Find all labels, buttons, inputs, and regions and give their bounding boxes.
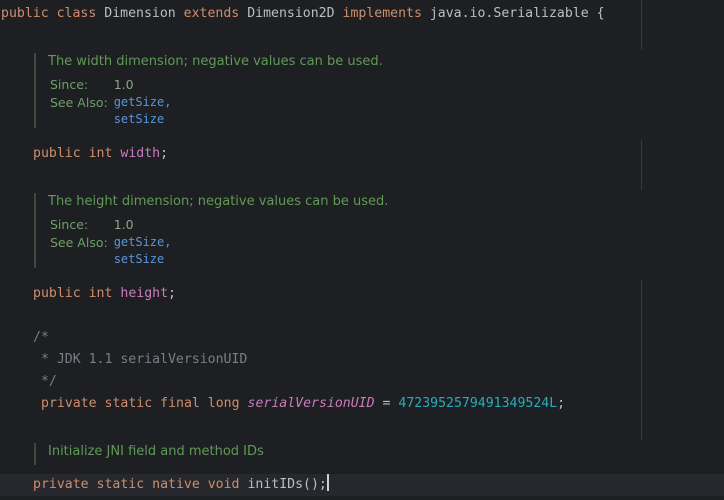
keyword-int: int	[88, 286, 113, 301]
method-name-initids: initIDs	[247, 477, 304, 492]
interface-name: java.io.Serializable	[429, 6, 589, 21]
semicolon: ;	[168, 286, 176, 301]
javadoc-height: The height dimension; negative values ca…	[34, 193, 388, 268]
equals-sign: =	[374, 396, 399, 411]
width-field-line[interactable]: public int width;	[33, 143, 168, 165]
keyword-public: public	[33, 146, 81, 161]
height-field-line[interactable]: public int height;	[33, 283, 176, 305]
keyword-int: int	[88, 146, 113, 161]
right-margin-guide	[641, 140, 642, 190]
javadoc-width: The width dimension; negative values can…	[34, 53, 383, 128]
field-serialversionuid: serialVersionUID	[247, 396, 375, 411]
semicolon: ;	[160, 146, 169, 161]
field-width: width	[120, 146, 161, 161]
class-name: Dimension	[104, 6, 176, 21]
keyword-extends: extends	[183, 6, 240, 21]
see-also-label: See Also:	[50, 235, 108, 250]
class-declaration-line[interactable]: public class Dimension extends Dimension…	[1, 3, 605, 25]
right-margin-guide	[641, 280, 642, 440]
comment-close: */	[33, 374, 57, 389]
keyword-public: public	[1, 6, 49, 21]
javadoc-description: The height dimension; negative values ca…	[48, 194, 389, 209]
since-label: Since:	[50, 217, 89, 232]
keyword-implements: implements	[342, 6, 422, 21]
since-value: 1.0	[113, 77, 134, 92]
keyword-private: private	[41, 396, 97, 411]
link-getsize[interactable]: getSize,	[114, 234, 172, 251]
link-getsize[interactable]: getSize,	[114, 94, 172, 111]
initids-method-line[interactable]: private static native void initIDs();	[33, 474, 329, 496]
keyword-static: static	[96, 477, 145, 492]
link-setsize[interactable]: setSize	[114, 251, 172, 268]
since-label: Since:	[50, 77, 89, 92]
see-also-label: See Also:	[50, 95, 108, 110]
comment-open: /*	[33, 330, 49, 345]
text-caret	[326, 474, 329, 491]
keyword-final: final	[160, 396, 200, 411]
javadoc-tags: Since: 1.0 See Also: getSize, setSize	[50, 76, 171, 128]
comment-close-line[interactable]: */	[33, 371, 57, 393]
since-value: 1.0	[113, 217, 134, 232]
serial-version-line[interactable]: private static final long serialVersionU…	[41, 393, 565, 415]
keyword-native: native	[152, 477, 200, 492]
keyword-private: private	[33, 477, 89, 492]
javadoc-description: Initialize JNI field and method IDs	[48, 444, 264, 459]
link-setsize[interactable]: setSize	[114, 111, 172, 128]
method-parens: ()	[303, 477, 319, 492]
javadoc-tags: Since: 1.0 See Also: getSize, setSize	[50, 216, 171, 268]
superclass-name: Dimension2D	[247, 6, 335, 21]
open-brace: {	[596, 6, 605, 21]
comment-body-line[interactable]: * JDK 1.1 serialVersionUID	[33, 349, 247, 371]
semicolon: ;	[318, 477, 327, 492]
javadoc-description: The width dimension; negative values can…	[48, 54, 383, 69]
comment-body: * JDK 1.1 serialVersionUID	[33, 352, 248, 367]
keyword-long: long	[207, 396, 240, 411]
right-margin-guide	[641, 0, 642, 50]
keyword-public: public	[33, 286, 81, 301]
semicolon: ;	[557, 396, 566, 411]
keyword-class: class	[56, 6, 97, 21]
keyword-void: void	[207, 477, 240, 492]
keyword-static: static	[104, 396, 153, 411]
field-height: height	[120, 286, 169, 301]
comment-open-line[interactable]: /*	[33, 327, 49, 349]
number-literal: 4723952579491349524L	[398, 396, 558, 411]
javadoc-initids: Initialize JNI field and method IDs	[34, 443, 264, 465]
